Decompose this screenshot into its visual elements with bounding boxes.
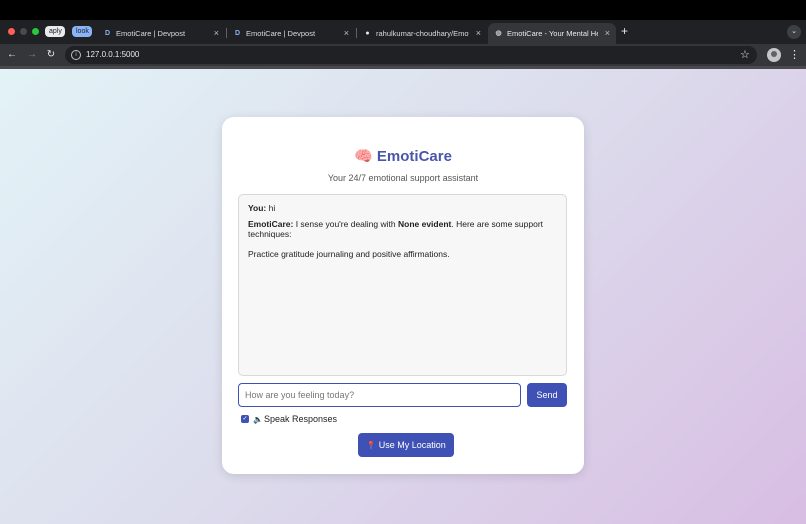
- speak-responses-checkbox[interactable]: ✓: [241, 415, 249, 423]
- use-location-button[interactable]: 📍 Use My Location: [358, 433, 454, 457]
- github-icon: ●: [365, 30, 370, 37]
- message-speaker: EmotiCare:: [248, 219, 294, 229]
- new-tab-button[interactable]: +: [621, 22, 628, 40]
- message-text: I sense you're dealing with: [293, 219, 398, 229]
- close-icon[interactable]: ×: [605, 23, 610, 44]
- browser-tab-strip: aply look D EmotiCare | Devpost × D Emot…: [0, 20, 806, 44]
- speak-responses-label[interactable]: Speak Responses: [264, 414, 337, 425]
- speaker-icon: 🔈: [253, 415, 263, 424]
- url-text[interactable]: 127.0.0.1:5000: [86, 46, 139, 64]
- tab-title: EmotiCare - Your Mental Hea: [507, 29, 598, 38]
- tab-title: EmotiCare | Devpost: [116, 29, 186, 38]
- page-background: 🧠 EmotiCare Your 24/7 emotional support …: [0, 66, 806, 524]
- screen-top-bar: [0, 0, 806, 20]
- tab-emoticare-active[interactable]: ◍ EmotiCare - Your Mental Hea ×: [488, 23, 616, 44]
- tab-github[interactable]: ● rahulkumar-choudhary/Emot ×: [357, 23, 487, 44]
- message-emphasis: None evident: [397, 219, 452, 229]
- maximize-window-button[interactable]: [32, 28, 39, 35]
- tab-title: EmotiCare | Devpost: [246, 29, 316, 38]
- bot-message: EmotiCare: I sense you're dealing with N…: [248, 219, 558, 239]
- close-icon[interactable]: ×: [344, 23, 349, 44]
- tab-title: rahulkumar-choudhary/Emot: [376, 29, 469, 38]
- send-button[interactable]: Send: [527, 383, 567, 407]
- devpost-icon: D: [234, 30, 241, 37]
- tab-devpost-1[interactable]: D EmotiCare | Devpost ×: [97, 23, 225, 44]
- feeling-input[interactable]: [238, 383, 521, 407]
- reload-icon[interactable]: ↻: [43, 47, 59, 63]
- tab-group-aply[interactable]: aply: [45, 26, 65, 37]
- use-location-label: Use My Location: [378, 440, 446, 450]
- globe-icon: ◍: [495, 30, 502, 37]
- minimize-window-button[interactable]: [20, 28, 27, 35]
- browser-toolbar: ← → ↻ i 127.0.0.1:5000 ☆ ⋮: [0, 44, 806, 66]
- user-message: You: hi: [248, 203, 558, 213]
- profile-avatar[interactable]: [767, 48, 781, 62]
- tab-devpost-2[interactable]: D EmotiCare | Devpost ×: [227, 23, 355, 44]
- forward-arrow-icon[interactable]: →: [24, 47, 40, 63]
- chat-log[interactable]: You: hi EmotiCare: I sense you're dealin…: [238, 194, 567, 376]
- chat-card: 🧠 EmotiCare Your 24/7 emotional support …: [222, 117, 584, 474]
- tab-group-look[interactable]: look: [72, 26, 92, 37]
- browser-menu-icon[interactable]: ⋮: [789, 46, 800, 64]
- tab-search-icon[interactable]: ⌄: [787, 25, 801, 39]
- message-speaker: You:: [248, 203, 267, 213]
- back-arrow-icon[interactable]: ←: [4, 47, 20, 63]
- bot-suggestion: Practice gratitude journaling and positi…: [248, 249, 450, 259]
- close-window-button[interactable]: [8, 28, 15, 35]
- pin-icon: 📍: [366, 441, 377, 450]
- app-subtitle: Your 24/7 emotional support assistant: [327, 173, 479, 183]
- message-text: hi: [266, 203, 276, 213]
- site-info-icon[interactable]: i: [71, 50, 81, 60]
- close-icon[interactable]: ×: [476, 23, 481, 44]
- bookmark-star-icon[interactable]: ☆: [740, 46, 750, 64]
- close-icon[interactable]: ×: [214, 23, 219, 44]
- devpost-icon: D: [104, 30, 111, 37]
- app-title: 🧠 EmotiCare: [354, 148, 452, 165]
- address-bar[interactable]: i 127.0.0.1:5000: [65, 46, 757, 64]
